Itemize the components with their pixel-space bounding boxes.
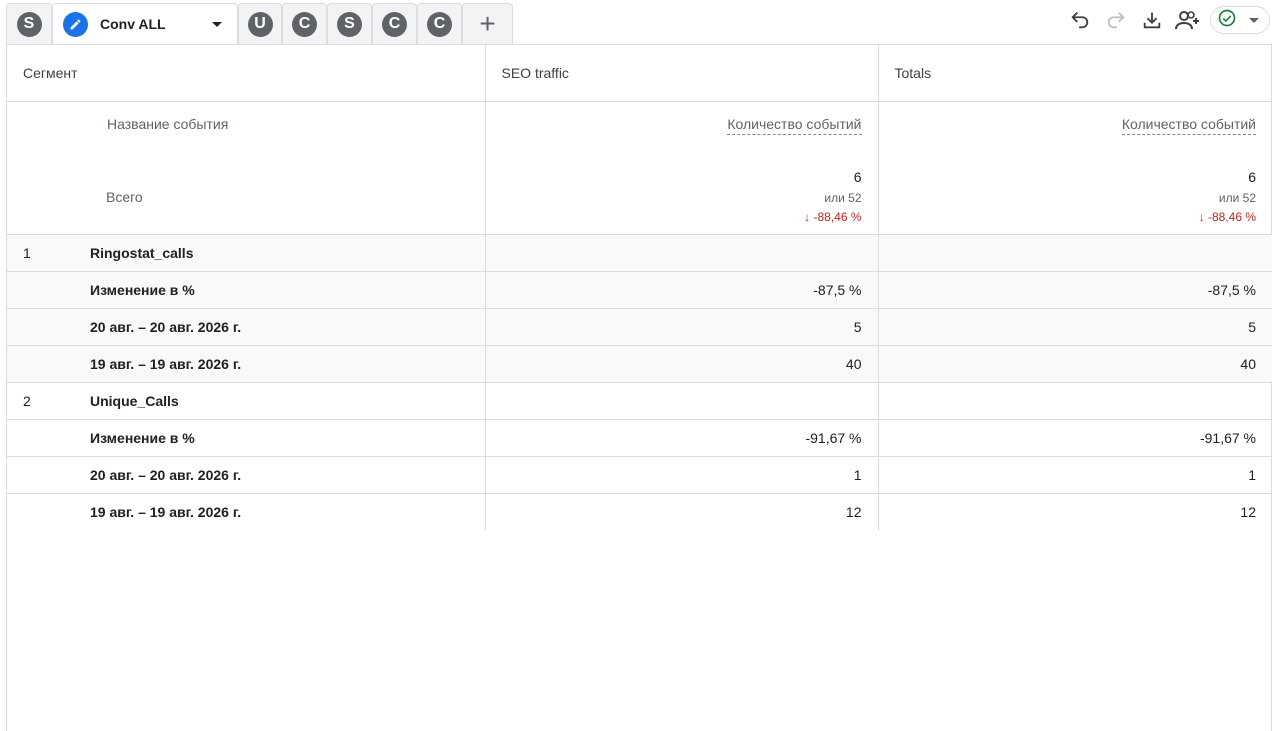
metric-header[interactable]: Количество событий: [727, 116, 862, 135]
segment-tab-strip: S Conv ALL U C S C C +: [0, 0, 1280, 45]
total-value: 6: [853, 168, 862, 185]
tab-avatar: S: [337, 11, 362, 37]
event-name: Unique_Calls: [90, 392, 179, 409]
cell-value: 5: [877, 308, 1272, 346]
cell-value: -87,5 %: [877, 271, 1272, 309]
cell-value: 12: [877, 493, 1272, 530]
table-row[interactable]: Изменение в % -91,67 % -91,67 %: [7, 419, 1272, 457]
table-row[interactable]: 19 авг. – 19 авг. 2026 г. 40 40: [7, 345, 1272, 383]
metric-header[interactable]: Количество событий: [1121, 116, 1256, 135]
tab-conv-all[interactable]: Conv ALL: [52, 3, 238, 44]
table-row[interactable]: 2 Unique_Calls: [7, 382, 1272, 420]
tab-avatar: C: [292, 11, 317, 37]
row-label: Изменение в %: [90, 281, 195, 298]
cell-value: 40: [877, 345, 1272, 383]
table-row[interactable]: 19 авг. – 19 авг. 2026 г. 12 12: [7, 493, 1272, 530]
row-label: 19 авг. – 19 авг. 2026 г.: [90, 503, 242, 520]
undo-icon[interactable]: [1066, 6, 1094, 34]
table-row[interactable]: Изменение в % -87,5 % -87,5 %: [7, 271, 1272, 309]
row-label: Изменение в %: [90, 429, 195, 446]
segment-column-header[interactable]: Totals: [877, 45, 1272, 102]
tab-avatar: C: [382, 11, 407, 37]
check-circle-icon: [1217, 8, 1237, 33]
share-user-icon[interactable]: [1174, 6, 1202, 34]
caret-down-icon[interactable]: [212, 21, 222, 27]
tab-segment-c2[interactable]: C: [372, 3, 417, 44]
segment-column-header[interactable]: SEO traffic: [484, 45, 878, 102]
row-index: 1: [23, 244, 31, 261]
total-delta: ↓ -88,46 %: [804, 209, 862, 224]
free-form-table: Сегмент SEO traffic Totals Название собы…: [7, 45, 1272, 530]
arrow-down-icon: ↓: [1198, 209, 1205, 224]
segment-header: Сегмент: [7, 45, 485, 102]
total-delta: ↓ -88,46 %: [1198, 209, 1256, 224]
tab-segment-c[interactable]: C: [282, 3, 327, 44]
tab-segment-u[interactable]: U: [238, 3, 282, 44]
tab-avatar: U: [247, 11, 273, 37]
event-name: Ringostat_calls: [90, 244, 194, 261]
caret-down-icon: [1249, 17, 1259, 23]
metric-header-row: Название события Всего Количество событи…: [7, 101, 1272, 235]
row-label: 20 авг. – 20 авг. 2026 г.: [90, 466, 242, 483]
pencil-icon[interactable]: [63, 11, 88, 37]
cell-value: 12: [484, 493, 878, 530]
total-label: Всего: [106, 188, 143, 205]
cell-value: -91,67 %: [484, 419, 878, 457]
cell-value: 1: [877, 456, 1272, 494]
dimension-header[interactable]: Название события: [107, 116, 228, 132]
toolbar: [1058, 6, 1270, 34]
tab-label: Conv ALL: [100, 16, 166, 32]
tab-avatar: C: [427, 11, 452, 37]
row-label: 19 авг. – 19 авг. 2026 г.: [90, 355, 242, 372]
segment-header-row: Сегмент SEO traffic Totals: [7, 45, 1272, 102]
tab-segment-s[interactable]: S: [6, 3, 52, 44]
cell-value: 5: [484, 308, 878, 346]
arrow-down-icon: ↓: [804, 209, 811, 224]
plus-icon: +: [479, 8, 496, 39]
total-compare-value: или 52: [824, 190, 862, 205]
cell-value: -87,5 %: [484, 271, 878, 309]
tab-segment-s2[interactable]: S: [327, 3, 372, 44]
add-tab-button[interactable]: +: [462, 3, 513, 44]
total-value: 6: [1248, 168, 1256, 185]
redo-icon[interactable]: [1102, 6, 1130, 34]
total-compare-value: или 52: [1218, 190, 1256, 205]
report-panel: Сегмент SEO traffic Totals Название собы…: [6, 44, 1272, 731]
row-index: 2: [23, 392, 31, 409]
tab-avatar: S: [16, 11, 42, 37]
cell-value: 1: [484, 456, 878, 494]
table-row[interactable]: 1 Ringostat_calls: [7, 234, 1272, 272]
row-label: 20 авг. – 20 авг. 2026 г.: [90, 318, 242, 335]
tab-segment-c3[interactable]: C: [417, 3, 462, 44]
status-dropdown[interactable]: [1210, 6, 1270, 34]
download-icon[interactable]: [1138, 6, 1166, 34]
table-row[interactable]: 20 авг. – 20 авг. 2026 г. 5 5: [7, 308, 1272, 346]
cell-value: -91,67 %: [877, 419, 1272, 457]
cell-value: 40: [484, 345, 878, 383]
table-row[interactable]: 20 авг. – 20 авг. 2026 г. 1 1: [7, 456, 1272, 494]
